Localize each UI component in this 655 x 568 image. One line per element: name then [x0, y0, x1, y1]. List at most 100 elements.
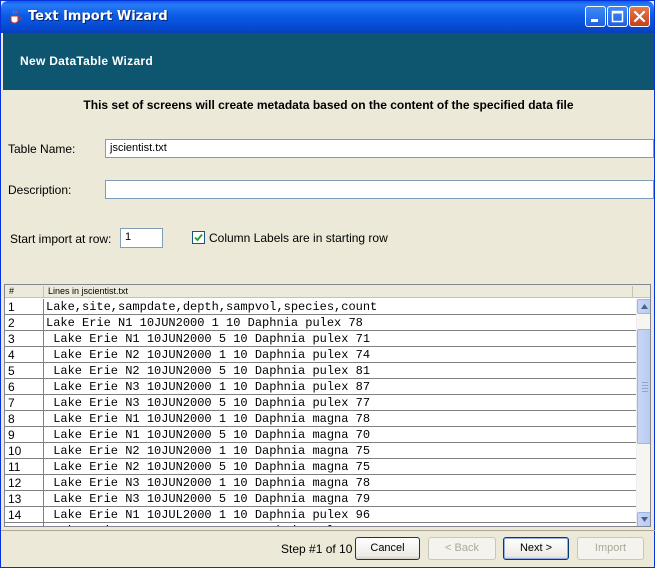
cell-divider [43, 459, 44, 475]
line-content-cell: Lake Erie N3 10JUN2000 1 10 Daphnia pule… [46, 380, 371, 394]
scroll-down-button[interactable] [637, 512, 650, 526]
grip-line [642, 391, 648, 392]
step-indicator: Step #1 of 10 [281, 542, 353, 556]
line-content-cell: Lake Erie N2 10JUN2000 1 10 Daphnia magn… [46, 444, 371, 458]
cell-divider [43, 347, 44, 363]
arrow-up-icon [641, 304, 648, 309]
row-number-cell: 4 [8, 348, 15, 362]
row-number-cell: 11 [8, 460, 21, 474]
column-header-divider[interactable] [632, 286, 633, 297]
row-number-cell: 6 [8, 380, 15, 394]
row-number-cell: 8 [8, 412, 15, 426]
row-number-cell: 13 [8, 492, 22, 506]
start-row-label: Start import at row: [10, 232, 112, 246]
minimize-button[interactable] [585, 6, 606, 27]
checkmark-icon [194, 233, 203, 242]
cell-divider [43, 411, 44, 427]
line-content-cell: Lake Erie N3 10JUN2000 5 10 Daphnia pule… [46, 396, 371, 410]
table-row[interactable]: 15 Lake Erie N1 10JUL2000 5 10 Daphnia p… [5, 523, 636, 526]
line-content-cell: Lake Erie N3 10JUN2000 1 10 Daphnia magn… [46, 476, 371, 490]
table-row[interactable]: 6 Lake Erie N3 10JUN2000 1 10 Daphnia pu… [5, 379, 636, 395]
column-header-divider[interactable] [43, 286, 44, 297]
cell-divider [43, 523, 44, 526]
column-labels-checkbox-label[interactable]: Column Labels are in starting row [209, 231, 388, 245]
table-row[interactable]: 13 Lake Erie N3 10JUN2000 5 10 Daphnia m… [5, 491, 636, 507]
grip-line [642, 385, 648, 386]
table-row[interactable]: 4 Lake Erie N2 10JUN2000 1 10 Daphnia pu… [5, 347, 636, 363]
close-button[interactable] [629, 6, 650, 27]
table-row[interactable]: 8 Lake Erie N1 10JUN2000 1 10 Daphnia ma… [5, 411, 636, 427]
grip-line [642, 388, 648, 389]
table-row[interactable]: 9 Lake Erie N1 10JUN2000 5 10 Daphnia ma… [5, 427, 636, 443]
minimize-icon [591, 19, 598, 22]
maximize-icon [611, 10, 624, 23]
title-bar[interactable]: Text Import Wizard [1, 1, 654, 33]
grip-line [642, 382, 648, 383]
vertical-scrollbar[interactable] [636, 299, 650, 526]
row-number-cell: 2 [8, 316, 15, 330]
close-icon [633, 10, 646, 23]
cell-divider [43, 379, 44, 395]
table-rows: 1 Lake,site,sampdate,depth,sampvol,specie… [5, 299, 636, 526]
arrow-down-icon [641, 517, 648, 522]
banner-title: New DataTable Wizard [20, 54, 154, 68]
row-number-cell: 12 [8, 476, 22, 490]
row-number-cell: 5 [8, 364, 15, 378]
column-header-lines[interactable]: Lines in jscientist.txt [48, 286, 128, 296]
text-import-wizard-window: Text Import Wizard New DataTable Wizard … [0, 0, 655, 568]
cell-divider [43, 315, 44, 331]
java-coffee-icon [7, 9, 23, 25]
table-row[interactable]: 14 Lake Erie N1 10JUL2000 1 10 Daphnia p… [5, 507, 636, 523]
line-content-cell: Lake Erie N1 10JUN2000 5 10 Daphnia pule… [46, 332, 371, 346]
description-input[interactable] [105, 180, 654, 199]
column-header-number[interactable]: # [9, 286, 14, 296]
table-row[interactable]: 2 Lake Erie N1 10JUN2000 1 10 Daphnia pul… [5, 315, 636, 331]
table-row[interactable]: 1 Lake,site,sampdate,depth,sampvol,specie… [5, 299, 636, 315]
line-content-cell: Lake Erie N1 10JUN2000 5 10 Daphnia magn… [46, 428, 371, 442]
table-header: # Lines in jscientist.txt [5, 285, 650, 298]
table-name-input[interactable]: jscientist.txt [105, 139, 654, 158]
table-row[interactable]: 12 Lake Erie N3 10JUN2000 1 10 Daphnia m… [5, 475, 636, 491]
footer-divider [1, 530, 655, 531]
row-number-cell: 7 [8, 396, 15, 410]
line-content-cell: Lake Erie N2 10JUN2000 1 10 Daphnia pule… [46, 348, 371, 362]
description-label: Description: [8, 183, 72, 197]
row-number-cell: 15 [8, 524, 21, 526]
line-content-cell: Lake Erie N2 10JUN2000 5 10 Daphnia pule… [46, 364, 371, 378]
cell-divider [43, 443, 44, 459]
line-content-cell: Lake Erie N1 10JUL2000 5 10 Daphnia pule… [46, 524, 370, 526]
cell-divider [43, 331, 44, 347]
wizard-banner: New DataTable Wizard [3, 33, 654, 90]
cell-divider [43, 507, 44, 523]
lines-preview-table: # Lines in jscientist.txt 1 Lake,site,sam… [4, 284, 651, 527]
line-content-cell: Lake Erie N1 10JUL2000 1 10 Daphnia pule… [46, 508, 371, 522]
row-number-cell: 9 [8, 428, 15, 442]
import-button[interactable]: Import [577, 537, 644, 560]
cell-divider [43, 491, 44, 507]
row-number-cell: 3 [8, 332, 15, 346]
row-number-cell: 14 [8, 508, 22, 522]
start-row-input[interactable]: 1 [120, 228, 163, 248]
next-button[interactable]: Next > [503, 537, 569, 560]
row-number-cell: 10 [8, 444, 22, 458]
table-name-label: Table Name: [8, 142, 76, 156]
window-title: Text Import Wizard [28, 9, 168, 24]
row-number-cell: 1 [8, 300, 15, 314]
cell-divider [43, 299, 44, 315]
table-row[interactable]: 7 Lake Erie N3 10JUN2000 5 10 Daphnia pu… [5, 395, 636, 411]
instructions-text: This set of screens will create metadata… [83, 98, 574, 112]
scroll-up-button[interactable] [637, 299, 650, 314]
column-labels-checkbox[interactable] [192, 231, 205, 244]
cell-divider [43, 427, 44, 443]
back-button[interactable]: < Back [428, 537, 496, 560]
table-row[interactable]: 5 Lake Erie N2 10JUN2000 5 10 Daphnia pu… [5, 363, 636, 379]
table-row[interactable]: 10 Lake Erie N2 10JUN2000 1 10 Daphnia m… [5, 443, 636, 459]
cancel-button[interactable]: Cancel [355, 537, 420, 560]
table-row[interactable]: 11 Lake Erie N2 10JUN2000 5 10 Daphnia m… [5, 459, 636, 475]
cell-divider [43, 475, 44, 491]
scrollbar-thumb[interactable] [637, 329, 650, 444]
line-content-cell: Lake Erie N3 10JUN2000 5 10 Daphnia magn… [46, 492, 371, 506]
table-row[interactable]: 3 Lake Erie N1 10JUN2000 5 10 Daphnia pu… [5, 331, 636, 347]
cell-divider [43, 395, 44, 411]
maximize-button[interactable] [607, 6, 628, 27]
